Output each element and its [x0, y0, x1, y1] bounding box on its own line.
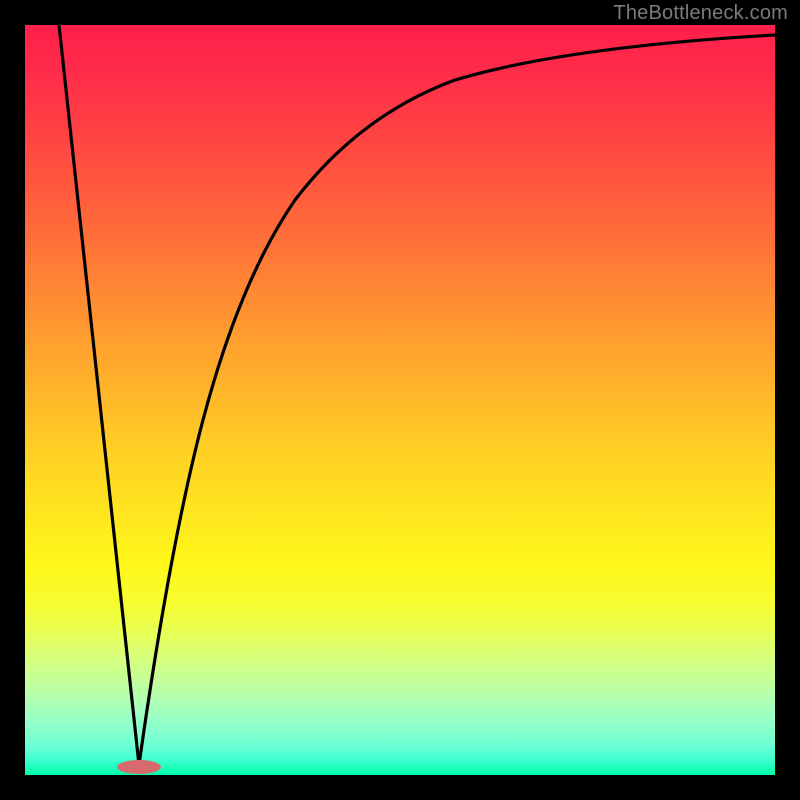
- plot-area: [25, 25, 775, 775]
- right-branch-curve: [139, 35, 775, 765]
- curve-layer: [25, 25, 775, 775]
- watermark-text: TheBottleneck.com: [613, 2, 788, 25]
- left-branch-line: [59, 25, 139, 765]
- chart-frame: TheBottleneck.com: [0, 0, 800, 800]
- vertex-marker: [117, 760, 161, 774]
